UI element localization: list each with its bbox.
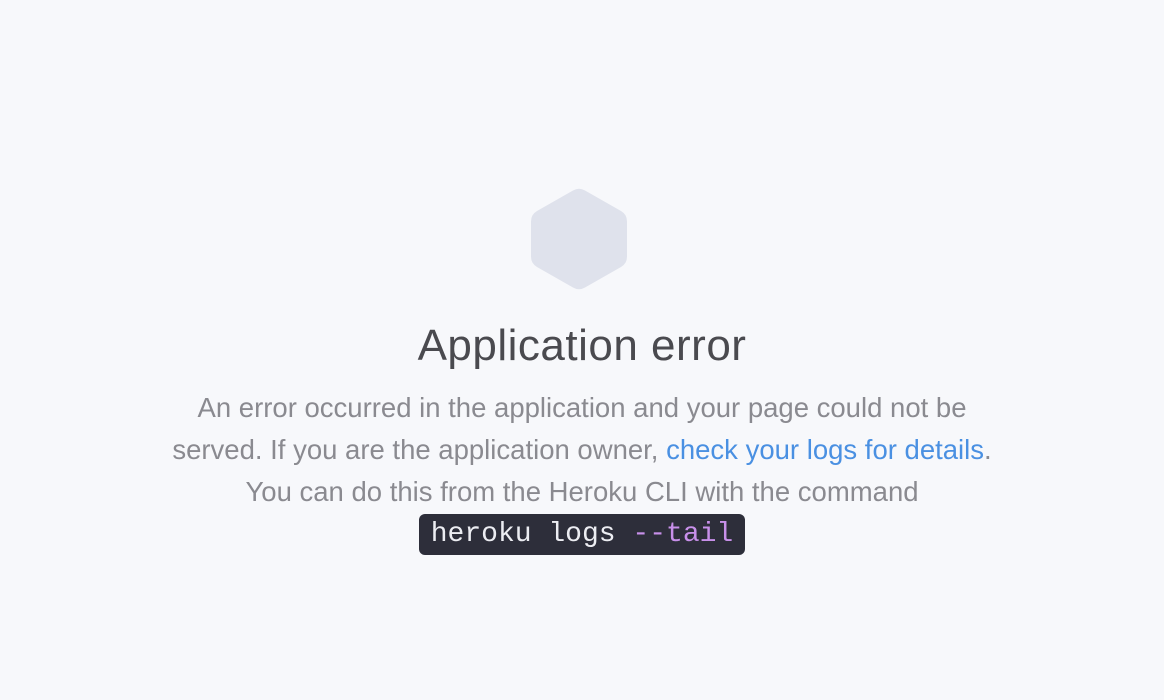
message-line-1: An error occurred in the application and… xyxy=(197,392,967,423)
error-message: An error occurred in the application and… xyxy=(0,387,1164,513)
message-line-2-end: . xyxy=(984,434,992,465)
page-title: Application error xyxy=(417,321,747,370)
command-base: heroku logs xyxy=(430,519,616,550)
command-flag: --tail xyxy=(632,519,734,550)
message-line-2-text: served. If you are the application owner… xyxy=(172,434,659,465)
logs-link[interactable]: check your logs for details xyxy=(666,434,984,465)
message-line-2: served. If you are the application owner… xyxy=(0,429,1164,471)
command-line: heroku logs --tail xyxy=(0,514,1164,555)
message-line-3: You can do this from the Heroku CLI with… xyxy=(245,476,919,507)
cli-command: heroku logs --tail xyxy=(418,514,746,555)
error-page: Application error An error occurred in t… xyxy=(0,0,1164,700)
hexagon-icon xyxy=(531,188,627,290)
